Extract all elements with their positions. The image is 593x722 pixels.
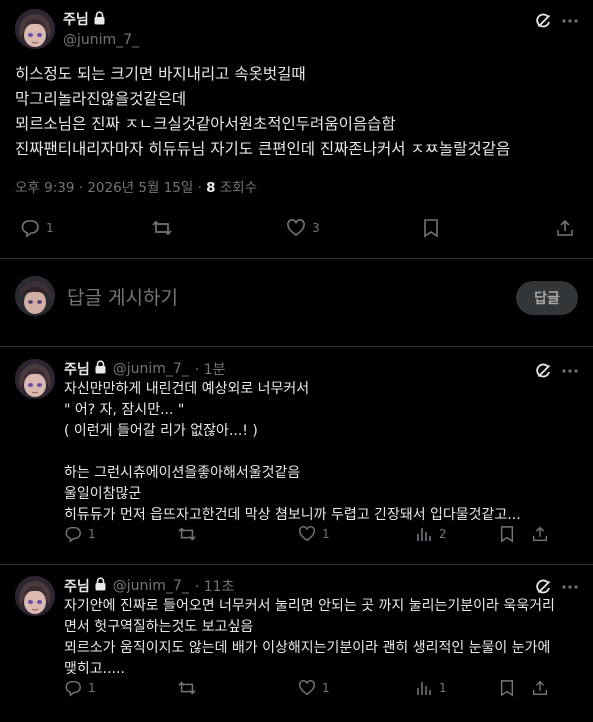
reply-header: 주님 @junim_7_ · 1분	[64, 359, 226, 379]
lock-icon	[94, 360, 107, 378]
reply-line: 울일이참많군	[64, 486, 142, 502]
views-label: 조회수	[215, 180, 258, 196]
handle[interactable]: @junim_7_	[113, 361, 189, 377]
views-count: 2	[439, 527, 447, 541]
avatar[interactable]	[15, 576, 55, 616]
share-button[interactable]	[531, 679, 549, 697]
reply-line: " 어? 자, 잠시만... "	[64, 402, 185, 418]
reply-line: 면서 헛구역질하는것도 보고싶음	[64, 619, 254, 635]
tweet-timestamp[interactable]: 오후 9:39 · 2026년 5월 15일 ·	[15, 180, 206, 196]
reply-button[interactable]: 1	[64, 525, 96, 543]
share-icon	[532, 526, 548, 542]
analytics-icon	[417, 528, 431, 541]
reply-line: 뫼르소가 움직이지도 않는데 배가 이상해지는기분이라 괜히 생리적인 눈물이 …	[64, 640, 551, 656]
tweet-line: 막그리놀라진않을것같은데	[15, 90, 187, 108]
reply-count: 1	[88, 681, 96, 695]
heart-icon	[287, 219, 305, 237]
display-name[interactable]: 주님	[63, 10, 106, 31]
heart-icon	[299, 526, 315, 542]
reply-icon	[21, 220, 39, 238]
reply-line: 히듀듀가 먼저 읍뜨자고한건데 막상 쳠보니까 두렵고 긴장돼서 입다물것같고.…	[64, 507, 521, 523]
reply-input[interactable]: 답글 게시하기	[67, 283, 178, 310]
share-button[interactable]	[555, 218, 575, 238]
handle[interactable]: @junim_7_	[113, 578, 189, 594]
display-name[interactable]: 주님	[64, 359, 90, 379]
views-count: 1	[439, 681, 447, 695]
more-icon[interactable]	[561, 578, 579, 596]
reply-submit-button[interactable]: 답글	[516, 281, 578, 315]
display-name[interactable]: 주님	[64, 576, 90, 596]
lock-icon	[94, 577, 107, 595]
share-icon	[532, 680, 548, 696]
more-icon[interactable]	[561, 362, 579, 380]
divider	[0, 564, 593, 565]
reply-line: 하는 그런시츄에이션을좋아해서울것같음	[64, 465, 301, 481]
reply-time[interactable]: · 1분	[195, 359, 226, 379]
avatar[interactable]	[15, 9, 55, 50]
lock-icon	[93, 10, 106, 31]
reply-count: 1	[88, 527, 96, 541]
tweet-meta: 오후 9:39 · 2026년 5월 15일 · 8 조회수	[15, 176, 257, 196]
reply-line: 자신만만하게 내린건데 예상외로 너무커서	[64, 381, 310, 397]
retweet-icon	[178, 527, 196, 541]
main-tweet-header: 주님 @junim_7_	[15, 9, 139, 50]
more-icon[interactable]	[561, 12, 579, 30]
avatar	[15, 276, 55, 316]
reply-line: 자기안에 진짜로 들어오면 너무커서 눌리면 안되는 곳 까지 눌리는기분이라 …	[64, 598, 555, 614]
views-button[interactable]: 1	[415, 679, 447, 697]
divider	[0, 346, 593, 347]
like-count: 1	[322, 527, 330, 541]
reply-count: 1	[46, 221, 54, 235]
like-count: 3	[312, 221, 320, 235]
avatar[interactable]	[15, 359, 55, 399]
reply-line: 맺히고.....	[64, 661, 125, 677]
reply-icon	[65, 526, 81, 543]
bookmark-button[interactable]	[422, 218, 440, 238]
bookmark-button[interactable]	[499, 525, 515, 543]
views-count: 8	[206, 180, 216, 196]
divider	[0, 258, 593, 259]
share-icon	[557, 219, 573, 236]
tweet-line: 히스정도 되는 크기면 바지내리고 속옷벗길때	[15, 65, 306, 83]
grok-icon[interactable]	[535, 578, 553, 596]
reply-header: 주님 @junim_7_ · 11초	[64, 576, 234, 596]
reply-button[interactable]: 1	[20, 218, 54, 238]
retweet-button[interactable]	[151, 218, 173, 238]
grok-icon[interactable]	[535, 12, 553, 30]
tweet-line: 진짜팬티내리자마자 히듀듀님 자기도 큰편인데 진짜존나커서 ㅈㅉ놀랄것같음	[15, 140, 511, 158]
reply-line	[64, 442, 584, 463]
analytics-icon	[417, 682, 431, 695]
like-button[interactable]: 3	[286, 218, 320, 238]
retweet-button[interactable]	[177, 525, 197, 543]
reply-button[interactable]: 1	[64, 679, 96, 697]
reply-text: 자신만만하게 내린건데 예상외로 너무커서 " 어? 자, 잠시만... " (…	[64, 379, 584, 526]
bookmark-icon	[424, 219, 438, 238]
reply-line: ( 이런게 들어갈 리가 없잖아...! )	[64, 423, 258, 439]
bookmark-icon	[500, 526, 514, 543]
handle[interactable]: @junim_7_	[63, 31, 139, 50]
like-button[interactable]: 1	[298, 525, 330, 543]
reply-text: 자기안에 진짜로 들어오면 너무커서 눌리면 안되는 곳 까지 눌리는기분이라 …	[64, 596, 584, 680]
views-button[interactable]: 2	[415, 525, 447, 543]
like-button[interactable]: 1	[298, 679, 330, 697]
tweet-line: 뫼르소님은 진짜 ㅈㄴ크실것같아서원초적인두려움이음습함	[15, 115, 396, 133]
retweet-icon	[178, 681, 196, 695]
reply-time[interactable]: · 11초	[195, 576, 235, 596]
retweet-button[interactable]	[177, 679, 197, 697]
heart-icon	[299, 680, 315, 696]
share-button[interactable]	[531, 525, 549, 543]
like-count: 1	[322, 681, 330, 695]
bookmark-button[interactable]	[499, 679, 515, 697]
tweet-text: 히스정도 되는 크기면 바지내리고 속옷벗길때 막그리놀라진않을것같은데 뫼르소…	[15, 62, 580, 162]
reply-compose: 답글 게시하기	[15, 276, 178, 316]
grok-icon[interactable]	[535, 362, 553, 380]
display-name-text: 주님	[63, 12, 89, 28]
reply-icon	[65, 680, 81, 697]
retweet-icon	[152, 220, 172, 236]
bookmark-icon	[500, 680, 514, 697]
